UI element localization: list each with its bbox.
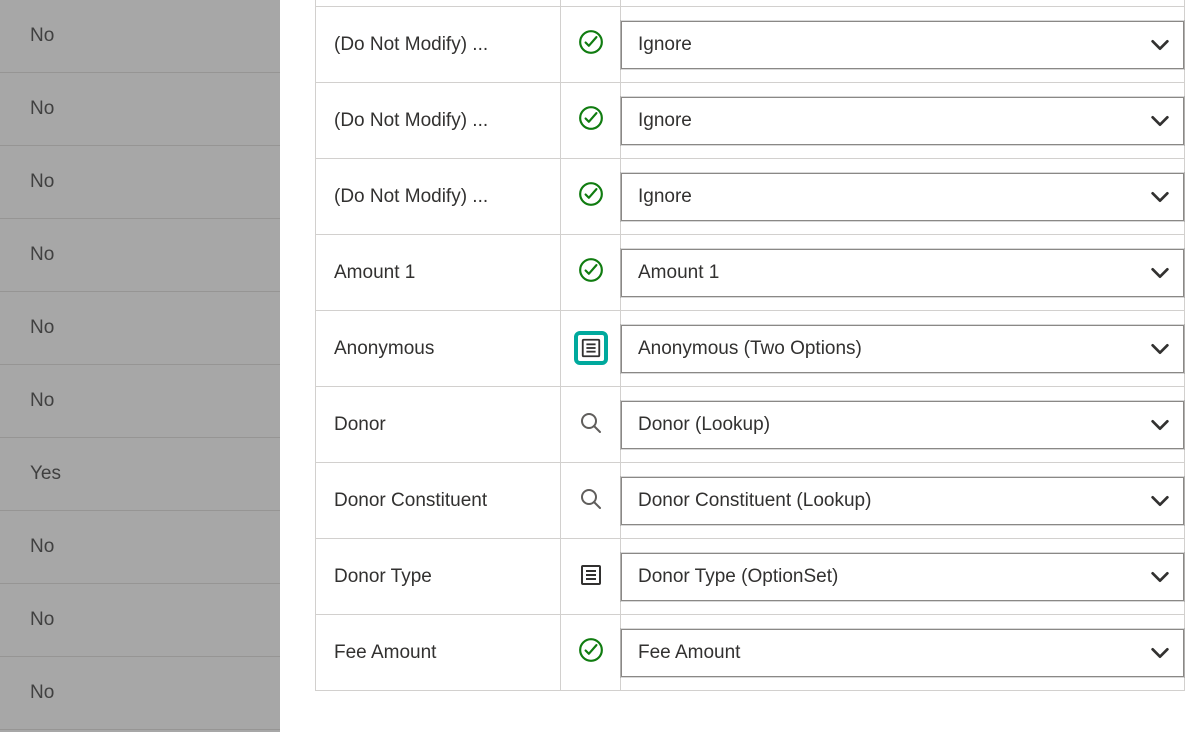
background-data-table: NoNonateNonateNoNoNoYesnateNonateNonateN… bbox=[0, 0, 280, 730]
optionset-icon bbox=[577, 561, 605, 589]
check-icon bbox=[577, 256, 605, 284]
bg-cell: No bbox=[30, 536, 230, 558]
mapping-row: (Do Not Modify) ... Ignore bbox=[316, 159, 1185, 235]
background-row: No bbox=[0, 292, 280, 365]
background-row: nateNo bbox=[0, 219, 280, 292]
mapping-select[interactable]: Ignore bbox=[621, 97, 1184, 145]
bg-cell: No bbox=[30, 244, 230, 266]
field-name-label: Amount 1 bbox=[316, 262, 560, 284]
bg-cell: No bbox=[30, 98, 230, 120]
background-row: nateNo bbox=[0, 511, 280, 584]
bg-cell: No bbox=[30, 682, 230, 704]
search-icon bbox=[577, 409, 605, 437]
mapping-row: (Do Not Modify) ... Ignore bbox=[316, 83, 1185, 159]
mapping-select[interactable]: Amount 1 bbox=[621, 249, 1184, 297]
background-row: Yes bbox=[0, 438, 280, 511]
mapping-select[interactable]: Donor Type (OptionSet) bbox=[621, 553, 1184, 601]
search-icon bbox=[577, 485, 605, 513]
bg-cell: No bbox=[30, 25, 230, 47]
chevron-down-icon bbox=[1149, 34, 1171, 56]
mapping-row: Fee Amount Fee Amount bbox=[316, 615, 1185, 691]
field-name-label: Donor bbox=[316, 414, 560, 436]
bg-cell: No bbox=[30, 317, 230, 339]
chevron-down-icon bbox=[1149, 262, 1171, 284]
bg-cell: nate bbox=[0, 536, 30, 558]
select-value: Ignore bbox=[638, 34, 692, 56]
field-name-label: (Do Not Modify) ... bbox=[316, 110, 560, 132]
highlight-ring bbox=[574, 331, 608, 365]
chevron-down-icon bbox=[1149, 490, 1171, 512]
check-icon bbox=[577, 28, 605, 56]
optionset-icon bbox=[580, 337, 602, 359]
bg-cell: nate bbox=[0, 171, 30, 193]
select-value: Donor Constituent (Lookup) bbox=[638, 490, 871, 512]
bg-cell: Yes bbox=[30, 463, 230, 485]
mapping-select[interactable]: Donor (Lookup) bbox=[621, 401, 1184, 449]
mapping-select[interactable]: Fee Amount bbox=[621, 629, 1184, 677]
field-mapping-panel: (Do Not Modify) ...Ignore(Do Not Modify)… bbox=[315, 0, 1185, 691]
bg-cell: nate bbox=[0, 244, 30, 266]
check-icon bbox=[577, 104, 605, 132]
background-row: nateNo bbox=[0, 584, 280, 657]
mapping-table: (Do Not Modify) ...Ignore(Do Not Modify)… bbox=[315, 0, 1185, 691]
select-value: Donor (Lookup) bbox=[638, 414, 770, 436]
field-name-label: Anonymous bbox=[316, 338, 560, 360]
chevron-down-icon bbox=[1149, 414, 1171, 436]
field-name-label: Donor Constituent bbox=[316, 490, 560, 512]
chevron-down-icon bbox=[1149, 566, 1171, 588]
bg-cell: No bbox=[30, 390, 230, 412]
chevron-down-icon bbox=[1149, 338, 1171, 360]
mapping-select[interactable]: Ignore bbox=[621, 21, 1184, 69]
field-name-label: Fee Amount bbox=[316, 642, 560, 664]
mapping-row: Donor Donor (Lookup) bbox=[316, 387, 1185, 463]
bg-cell: No bbox=[30, 609, 230, 631]
select-value: Donor Type (OptionSet) bbox=[638, 566, 838, 588]
bg-cell: nate bbox=[0, 682, 30, 704]
background-row: No bbox=[0, 365, 280, 438]
select-value: Fee Amount bbox=[638, 642, 740, 664]
chevron-down-icon bbox=[1149, 642, 1171, 664]
select-value: Amount 1 bbox=[638, 262, 719, 284]
field-name-label: (Do Not Modify) ... bbox=[316, 34, 560, 56]
select-value: Anonymous (Two Options) bbox=[638, 338, 862, 360]
bg-cell: nate bbox=[0, 609, 30, 631]
check-icon bbox=[577, 180, 605, 208]
chevron-down-icon bbox=[1149, 186, 1171, 208]
bg-cell: No bbox=[30, 171, 230, 193]
mapping-select[interactable]: Anonymous (Two Options) bbox=[621, 325, 1184, 373]
background-row: nateNo bbox=[0, 146, 280, 219]
field-name-label: Donor Type bbox=[316, 566, 560, 588]
mapping-select[interactable]: Donor Constituent (Lookup) bbox=[621, 477, 1184, 525]
background-row: No bbox=[0, 73, 280, 146]
background-row: nateNo bbox=[0, 657, 280, 730]
mapping-row: Donor Constituent Donor Constituent (Look… bbox=[316, 463, 1185, 539]
chevron-down-icon bbox=[1149, 110, 1171, 132]
check-icon bbox=[577, 636, 605, 664]
field-name-label: (Do Not Modify) ... bbox=[316, 186, 560, 208]
select-value: Ignore bbox=[638, 186, 692, 208]
mapping-row: Donor Type Donor Type (OptionSet) bbox=[316, 539, 1185, 615]
mapping-row: (Do Not Modify) ... Ignore bbox=[316, 7, 1185, 83]
mapping-row: Anonymous Anonymous (Two Options) bbox=[316, 311, 1185, 387]
background-row: No bbox=[0, 0, 280, 73]
mapping-select[interactable]: Ignore bbox=[621, 173, 1184, 221]
select-value: Ignore bbox=[638, 110, 692, 132]
mapping-row: Amount 1 Amount 1 bbox=[316, 235, 1185, 311]
